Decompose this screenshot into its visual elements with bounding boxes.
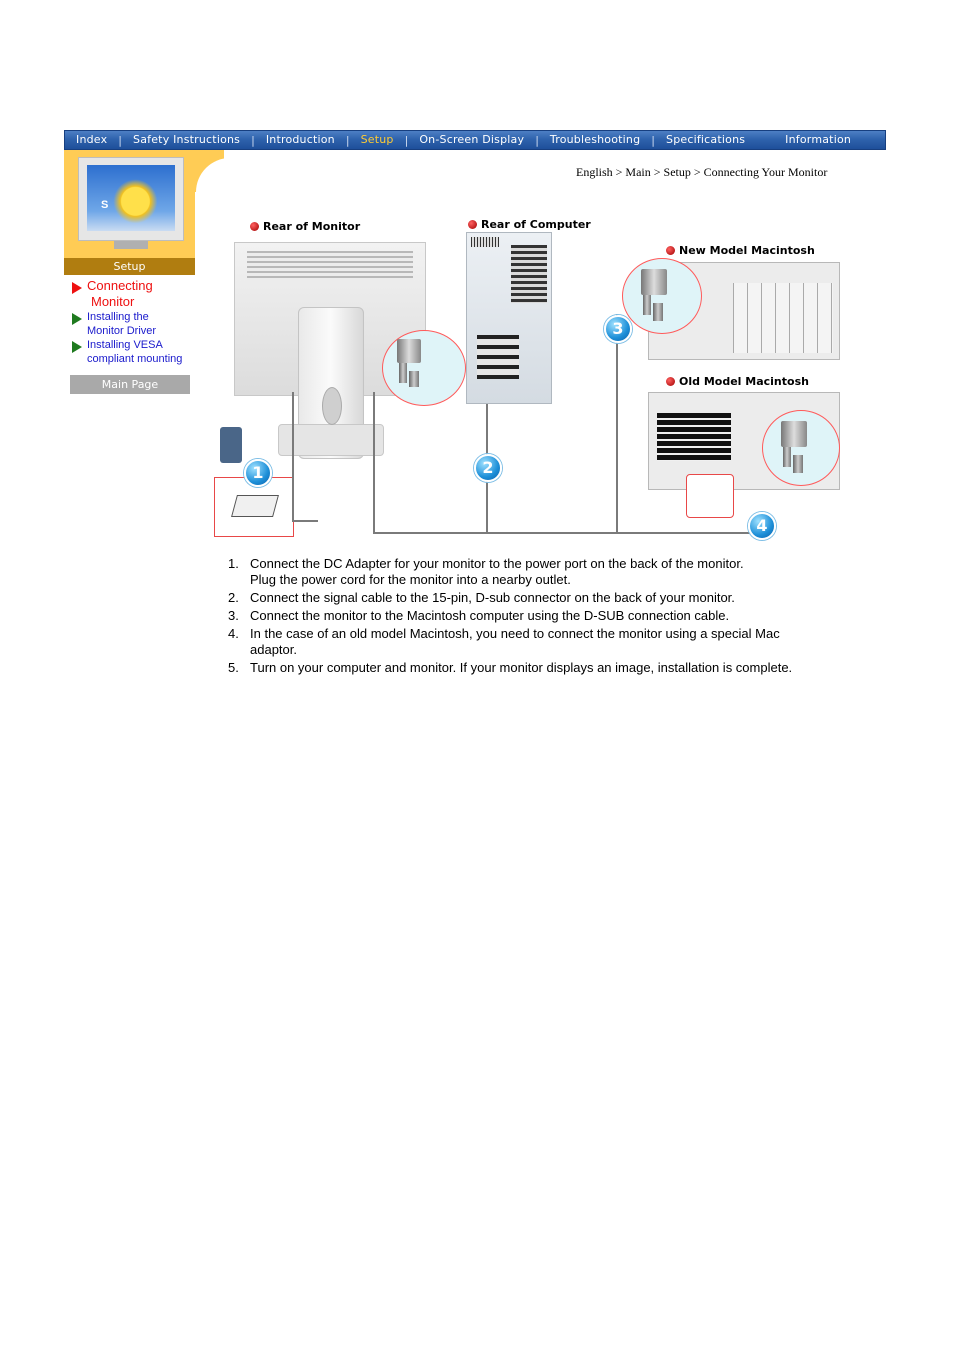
step-text: In the case of an old model Macintosh, y… [250,626,780,641]
connector-zoom-icon [641,269,667,295]
green-triangle-bullet-icon [72,313,82,325]
sidebar-item-label: compliant mounting [87,353,183,365]
sidebar-item-label: Connecting [87,278,153,293]
sidebar-item-label: Monitor [91,294,135,309]
top-nav-bar: Index | Safety Instructions | Introducti… [64,130,886,150]
nav-setup[interactable]: Setup [350,131,405,149]
red-triangle-bullet-icon [72,282,82,294]
red-bullet-icon [666,246,675,255]
main-page-button[interactable]: Main Page [70,375,190,394]
new-mac-connector-magnifier [622,258,702,334]
step-text: Turn on your computer and monitor. If yo… [250,660,793,675]
signal-cable [373,392,375,534]
label-rear-of-monitor: Rear of Monitor [250,220,360,233]
label-text: Rear of Computer [481,218,591,231]
sidebar-section-label: Setup [64,258,195,275]
nav-information[interactable]: Information [774,131,862,149]
sidebar-item-label: Monitor Driver [87,325,157,337]
tower-vent [471,237,499,247]
label-text: Old Model Macintosh [679,375,809,388]
step-text-continued: Plug the power cord for the monitor into… [250,572,571,587]
step-number: 5. [228,660,239,675]
label-rear-of-computer: Rear of Computer [468,218,591,231]
monitor-bezel: S [78,157,184,241]
connector-zoom-icon [781,421,807,447]
red-bullet-icon [666,377,675,386]
computer-tower-illustration [466,232,552,404]
power-cable [292,520,318,522]
connector-zoom-icon [643,295,651,315]
sidebar-item-connecting-monitor[interactable]: Connecting Monitor [70,278,200,310]
tower-power-supply [511,245,547,303]
step-number: 4. [228,626,239,641]
nav-on-screen-display[interactable]: On-Screen Display [408,131,535,149]
sidebar-item-label: Installing the [87,311,149,323]
connector-zoom-icon [409,371,419,387]
sidebar-item-installing-vesa[interactable]: Installing VESA compliant mounting [70,338,200,366]
instruction-list: 1. Connect the DC Adapter for your monit… [228,556,868,678]
old-mac-vent [657,413,731,461]
label-old-model-macintosh: Old Model Macintosh [666,375,809,388]
connector-zoom-icon [653,303,663,321]
monitor-stand [114,241,148,249]
red-bullet-icon [250,222,259,231]
sidebar-menu: Connecting Monitor Installing the Monito… [70,278,200,366]
old-mac-connector-magnifier [762,410,840,486]
label-new-model-macintosh: New Model Macintosh [666,244,815,257]
instruction-step: 2. Connect the signal cable to the 15-pi… [228,590,868,606]
wall-outlet-icon [220,427,242,463]
step-badge-4: 4 [748,512,776,540]
connector-zoom-icon [399,363,407,383]
sidebar-item-installing-monitor-driver[interactable]: Installing the Monitor Driver [70,310,200,338]
nav-introduction[interactable]: Introduction [255,131,346,149]
new-mac-cable [616,314,618,534]
connector-zoom-icon [397,339,421,363]
new-mac-slots [733,283,833,353]
step-badge-2: 2 [474,454,502,482]
monitor-screen-letter: S [101,199,109,211]
red-bullet-icon [468,220,477,229]
mac-adaptor-icon [686,474,734,518]
monitor-vent [247,251,413,281]
step-text-continued: adaptor. [250,642,297,657]
step-text: Connect the DC Adapter for your monitor … [250,556,744,571]
signal-cable-main [373,532,765,534]
step-number: 2. [228,590,239,605]
monitor-screen-flower: S [87,165,175,231]
nav-specifications[interactable]: Specifications [655,131,756,149]
tower-expansion-slots [477,335,519,379]
dc-adapter-icon [231,495,279,517]
step-text: Connect the monitor to the Macintosh com… [250,608,730,623]
power-cable [292,392,294,522]
stand-cable-hole [322,387,342,425]
instruction-step: 1. Connect the DC Adapter for your monit… [228,556,868,588]
connection-diagram: Rear of Monitor Rear of Computer New Mod… [212,212,852,542]
connector-zoom-icon [793,455,803,473]
step-text: Connect the signal cable to the 15-pin, … [250,590,735,605]
monitor-connector-magnifier [382,330,466,406]
instruction-step: 4. In the case of an old model Macintosh… [228,626,868,658]
nav-safety-instructions[interactable]: Safety Instructions [122,131,251,149]
nav-index[interactable]: Index [65,131,118,149]
step-badge-1: 1 [244,459,272,487]
label-text: Rear of Monitor [263,220,361,233]
instruction-step: 5. Turn on your computer and monitor. If… [228,660,868,676]
monitor-illustration: S [78,157,184,249]
connector-zoom-icon [783,447,791,467]
step-number: 1. [228,556,239,571]
sidebar-item-label: Installing VESA [87,339,163,351]
green-triangle-bullet-icon [72,341,82,353]
label-text: New Model Macintosh [679,244,815,257]
breadcrumb: English > Main > Setup > Connecting Your… [576,165,828,179]
step-number: 3. [228,608,239,623]
step-badge-3: 3 [604,315,632,343]
nav-troubleshooting[interactable]: Troubleshooting [539,131,651,149]
instruction-step: 3. Connect the monitor to the Macintosh … [228,608,868,624]
